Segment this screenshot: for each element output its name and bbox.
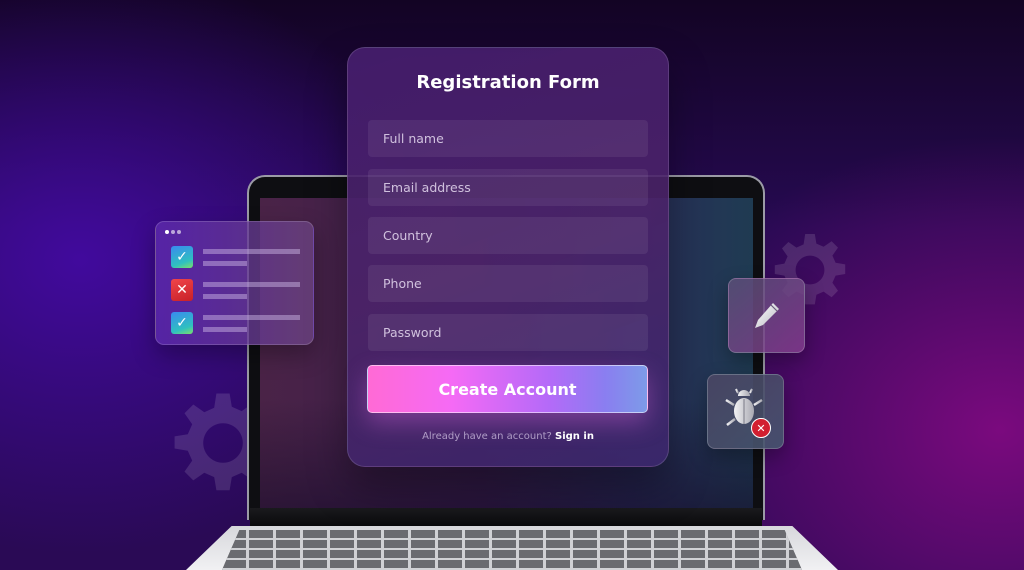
country-input[interactable]: Country	[368, 217, 648, 254]
window-dot	[171, 230, 175, 234]
form-title: Registration Form	[416, 72, 600, 93]
placeholder-line	[203, 294, 247, 299]
checklist-item: ✓	[171, 312, 311, 336]
check-icon: ✓	[171, 246, 193, 268]
laptop-keyboard	[222, 530, 802, 570]
checklist-item: ✓	[171, 246, 311, 270]
window-dots	[165, 230, 181, 234]
signin-prompt: Already have an account?	[422, 431, 552, 442]
checklist-widget: ✓ ✕ ✓	[155, 221, 314, 345]
check-icon: ✓	[171, 312, 193, 334]
bug-report-tile: ✕	[707, 374, 784, 449]
x-icon: ✕	[171, 279, 193, 301]
pencil-icon	[754, 302, 779, 328]
create-account-button[interactable]: Create Account	[367, 365, 648, 413]
placeholder-line	[203, 282, 300, 287]
phone-input[interactable]: Phone	[368, 265, 648, 302]
window-dot	[177, 230, 181, 234]
placeholder-line	[203, 249, 300, 254]
password-input[interactable]: Password	[368, 314, 648, 351]
error-badge-icon: ✕	[751, 418, 771, 438]
placeholder-line	[203, 261, 247, 266]
email-input[interactable]: Email address	[368, 169, 648, 206]
signin-link[interactable]: Sign in	[555, 431, 594, 442]
placeholder-line	[203, 327, 247, 332]
placeholder-line	[203, 315, 300, 320]
edit-tile[interactable]	[728, 278, 805, 353]
full-name-input[interactable]: Full name	[368, 120, 648, 157]
window-dot	[165, 230, 169, 234]
checklist-item: ✕	[171, 279, 311, 303]
signin-row: Already have an account? Sign in	[347, 431, 669, 442]
laptop-hinge	[250, 508, 762, 526]
